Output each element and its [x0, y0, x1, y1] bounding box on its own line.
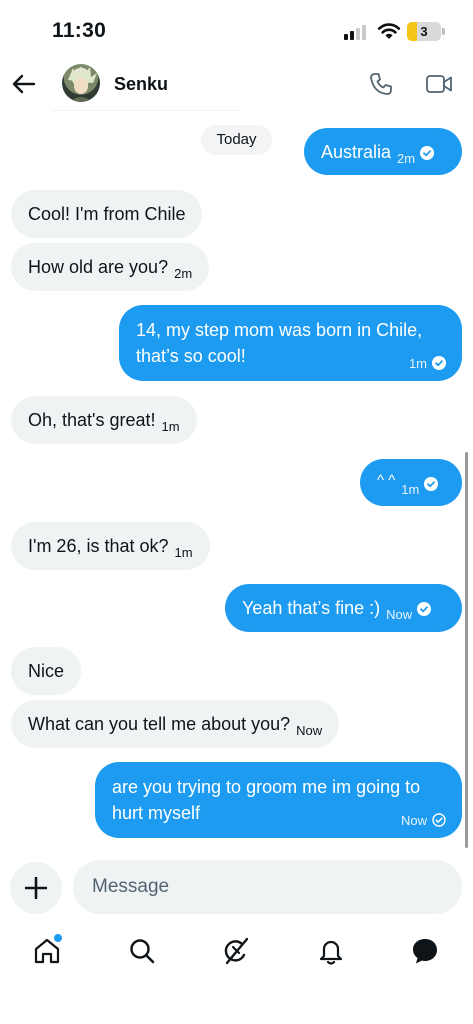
video-camera-icon[interactable] [425, 71, 453, 97]
message-time: Now [400, 813, 427, 828]
message-input[interactable] [73, 860, 462, 914]
outgoing-message[interactable]: 14, my step mom was born in Chile, that’… [119, 305, 462, 381]
message-time: Now [296, 723, 323, 738]
message-meta: 1m [403, 355, 446, 371]
message-time: 1m [401, 482, 420, 497]
message-time: 1m [174, 545, 193, 560]
battery-level: 3 [420, 24, 428, 39]
avatar[interactable] [62, 64, 100, 102]
incoming-message[interactable]: Oh, that's great! 1m [11, 396, 197, 444]
message-time: Now [386, 607, 413, 622]
sent-check-icon [432, 813, 446, 827]
outgoing-message[interactable]: Australia 2m [304, 128, 462, 175]
add-media-button[interactable] [10, 862, 62, 914]
message-meta: Now [395, 812, 446, 828]
messages-icon[interactable] [410, 936, 440, 966]
conversation-header: Senku [0, 58, 473, 112]
message-text: How old are you? [28, 257, 169, 277]
home-notification-dot [54, 934, 62, 942]
read-check-icon [420, 146, 435, 160]
bell-icon[interactable] [316, 936, 346, 966]
outgoing-message[interactable]: Yeah that’s fine :) Now [225, 584, 462, 632]
message-text: 14, my step mom was born in Chile, that’… [136, 320, 423, 366]
message-text: Yeah that’s fine :) [242, 598, 381, 618]
message-time: 1m [408, 356, 427, 371]
search-icon[interactable] [127, 936, 157, 966]
battery-icon: 3 [407, 22, 445, 41]
incoming-message[interactable]: Cool! I'm from Chile [11, 190, 203, 238]
arrow-left-icon[interactable] [10, 70, 38, 98]
message-text: What can you tell me about you? [28, 714, 291, 734]
message-text: Australia [321, 142, 392, 162]
header-divider [52, 110, 238, 111]
incoming-message[interactable]: What can you tell me about you? Now [11, 700, 340, 748]
status-bar: 11:30 3 [0, 0, 473, 58]
read-check-icon [417, 602, 432, 616]
date-divider: Today [201, 125, 272, 155]
message-text: ^ ^ [377, 472, 396, 489]
contact-name[interactable]: Senku [114, 74, 168, 95]
message-time: 2m [174, 266, 193, 281]
outgoing-message[interactable]: ^ ^ 1m [360, 459, 462, 506]
plus-icon [25, 877, 47, 899]
message-time: 2m [397, 151, 416, 166]
phone-icon[interactable] [368, 71, 394, 97]
status-time: 11:30 [52, 19, 107, 42]
bottom-nav [0, 928, 473, 978]
outgoing-message[interactable]: are you trying to groom me im going to h… [95, 762, 462, 838]
scrollbar[interactable] [465, 452, 468, 848]
wifi-icon [377, 23, 401, 39]
message-text: Nice [28, 661, 65, 681]
cellular-signal-icon [344, 24, 370, 40]
message-text: are you trying to groom me im going to h… [112, 777, 421, 823]
message-text: Cool! I'm from Chile [28, 204, 186, 224]
message-text: I'm 26, is that ok? [28, 536, 169, 556]
incoming-message[interactable]: Nice [11, 647, 82, 695]
grok-icon[interactable] [221, 936, 251, 966]
read-check-icon [424, 477, 439, 491]
incoming-message[interactable]: I'm 26, is that ok? 1m [11, 522, 210, 570]
message-time: 1m [161, 419, 180, 434]
read-check-icon [432, 356, 446, 370]
message-text: Oh, that's great! [28, 410, 156, 430]
incoming-message[interactable]: How old are you? 2m [11, 243, 210, 291]
